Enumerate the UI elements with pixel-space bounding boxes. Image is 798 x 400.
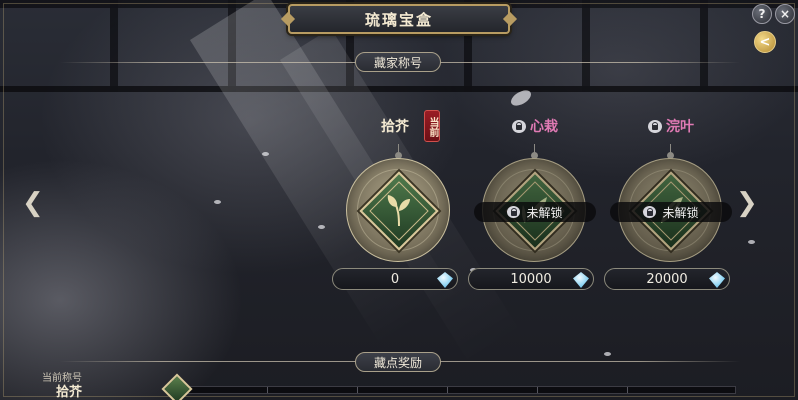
- section-header-rewards: 藏点奖励: [355, 352, 441, 372]
- title-points-field: 20000: [604, 268, 730, 290]
- locked-status-bar: 未解锁: [610, 202, 732, 222]
- progress-tick: [537, 387, 538, 393]
- title-points-value: 20000: [646, 271, 688, 287]
- title-card-name: 心栽: [530, 119, 558, 135]
- section-header-titles: 藏家称号: [355, 52, 441, 72]
- title-emblem-disc: [346, 158, 450, 262]
- window-title: 琉璃宝盒: [364, 10, 433, 29]
- title-card-name-row: 拾芥: [328, 116, 462, 136]
- title-card-name: 拾芥: [381, 119, 409, 135]
- window-title-plaque: 琉璃宝盒: [288, 4, 510, 34]
- diamond-icon: [437, 272, 453, 288]
- back-button[interactable]: <: [754, 31, 776, 53]
- title-card-name: 浣叶: [666, 119, 694, 135]
- help-button[interactable]: ?: [752, 4, 772, 24]
- petal: [262, 152, 269, 156]
- petal: [214, 200, 221, 204]
- section-header-rewards-label: 藏点奖励: [373, 355, 422, 370]
- petal: [318, 225, 325, 229]
- title-card-name-row: 心栽: [468, 116, 602, 136]
- locked-status-label: 未解锁: [662, 205, 699, 220]
- progress-tick: [357, 387, 358, 393]
- chevron-right-icon: ❯: [736, 188, 758, 218]
- help-icon: ?: [758, 7, 766, 21]
- sprout-icon: [387, 195, 410, 227]
- title-card[interactable]: 心栽 未解锁 10000: [468, 108, 602, 294]
- reward-progress-track: [176, 386, 736, 394]
- petal: [748, 240, 755, 244]
- current-title-badge: 当前: [424, 110, 440, 142]
- title-card[interactable]: 拾芥 当前 0: [332, 108, 466, 294]
- diamond-icon: [709, 272, 725, 288]
- progress-tick: [267, 387, 268, 393]
- title-points-value: 10000: [510, 271, 552, 287]
- lock-icon: [648, 119, 662, 133]
- diamond-icon: [573, 272, 589, 288]
- lock-icon: [643, 206, 657, 218]
- locked-status-label: 未解锁: [526, 205, 563, 220]
- chevron-left-icon: ❮: [22, 188, 44, 218]
- petal: [604, 352, 611, 356]
- current-title-value: 拾芥: [56, 385, 83, 400]
- close-button[interactable]: ×: [775, 4, 795, 24]
- close-icon: ×: [779, 7, 791, 21]
- progress-tick: [447, 387, 448, 393]
- lock-icon: [507, 206, 521, 218]
- title-card-name-row: 浣叶: [604, 116, 738, 136]
- title-points-value: 0: [390, 271, 400, 287]
- lock-icon: [512, 119, 526, 133]
- title-card[interactable]: 浣叶 未解锁 20000: [604, 108, 738, 294]
- next-page-arrow[interactable]: ❯: [736, 190, 758, 216]
- back-arrow-icon: <: [759, 34, 771, 50]
- locked-status-bar: 未解锁: [474, 202, 596, 222]
- title-points-field: 10000: [468, 268, 594, 290]
- section-header-titles-label: 藏家称号: [373, 55, 422, 70]
- title-points-field: 0: [332, 268, 458, 290]
- prev-page-arrow[interactable]: ❮: [22, 190, 44, 216]
- progress-tick: [627, 387, 628, 393]
